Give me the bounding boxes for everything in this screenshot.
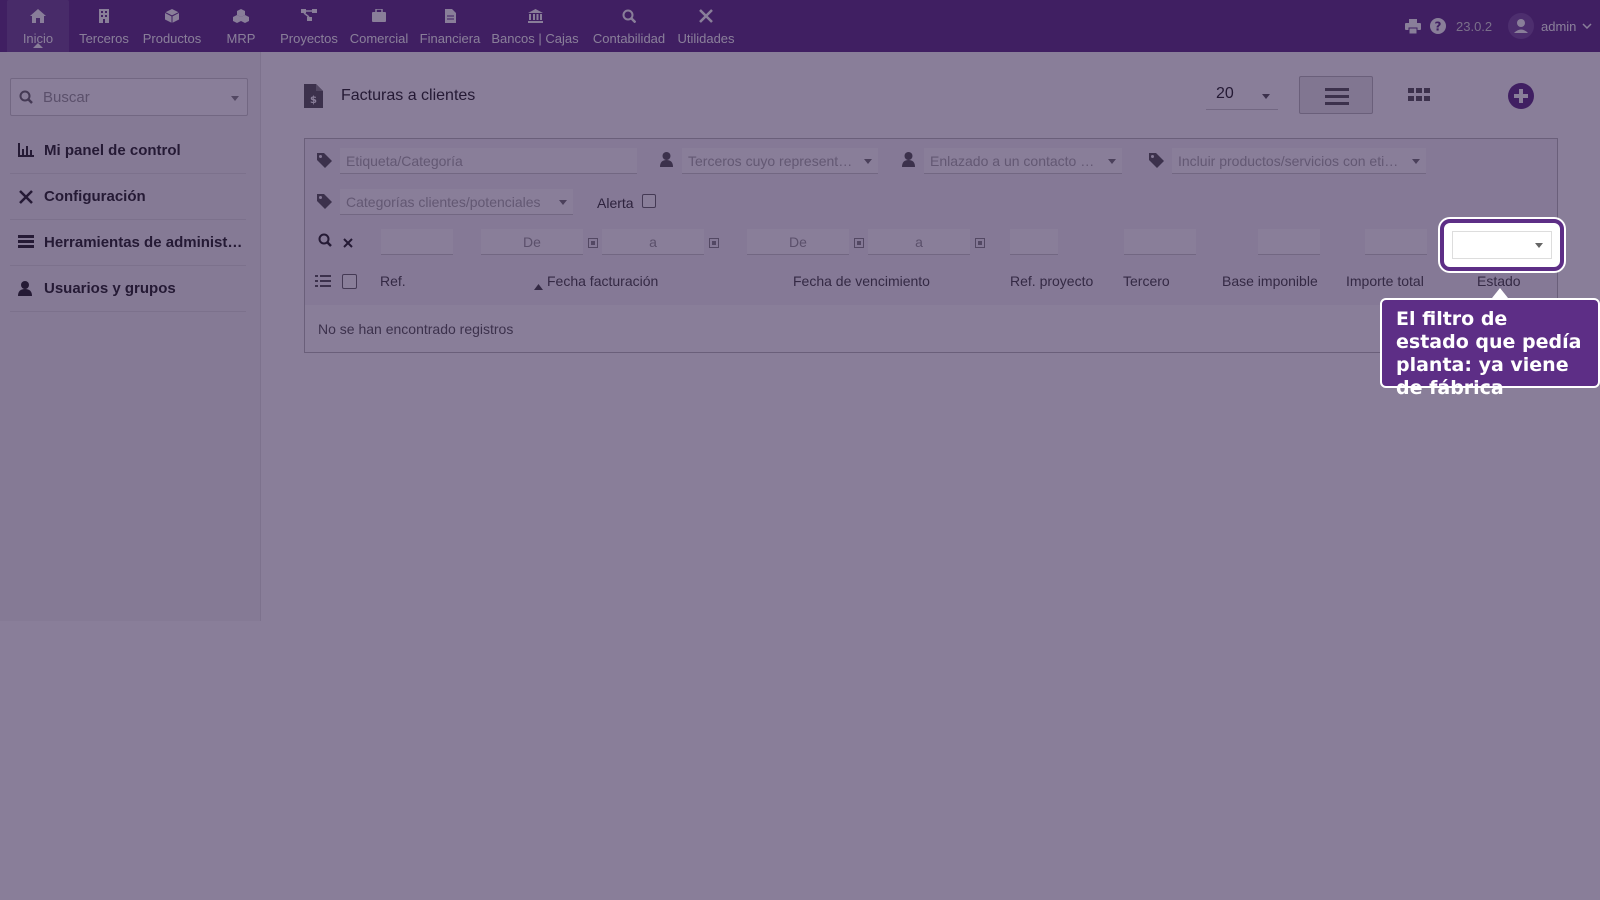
chevron-down-icon[interactable] bbox=[1582, 0, 1592, 52]
search-icon bbox=[19, 90, 33, 109]
version-label: 23.0.2 bbox=[1456, 18, 1493, 34]
chart-icon bbox=[18, 143, 34, 159]
due-date-from-input[interactable]: De bbox=[747, 229, 849, 255]
left-sidebar: Mi panel de control Configuración Herram… bbox=[0, 52, 261, 621]
cubes-icon bbox=[218, 9, 264, 25]
kanban-view-button[interactable] bbox=[1404, 82, 1434, 108]
tools-icon bbox=[674, 9, 738, 25]
status-filter-highlight bbox=[1440, 219, 1564, 271]
grid-icon bbox=[1408, 88, 1430, 101]
column-header-thirdparty[interactable]: Tercero bbox=[1123, 273, 1170, 289]
sidebar-item-users-groups[interactable]: Usuarios y grupos bbox=[10, 266, 246, 312]
search-icon[interactable] bbox=[318, 233, 332, 252]
invoice-icon: $ bbox=[304, 84, 323, 113]
user-avatar[interactable] bbox=[1508, 0, 1534, 52]
chevron-down-icon bbox=[559, 200, 567, 205]
product-tag-filter-select[interactable]: Incluir productos/servicios con etiqueta bbox=[1172, 148, 1426, 174]
tag-icon bbox=[317, 194, 332, 214]
chevron-down-icon bbox=[1108, 159, 1116, 164]
help-icon[interactable]: ? bbox=[1430, 0, 1446, 52]
sidebar-item-dashboard[interactable]: Mi panel de control bbox=[10, 128, 246, 174]
column-header-ref[interactable]: Ref. bbox=[380, 273, 406, 289]
sidebar-item-admin-tools[interactable]: Herramientas de administración bbox=[10, 220, 246, 266]
svg-text:?: ? bbox=[1435, 20, 1442, 34]
nav-item-inicio[interactable]: Inicio bbox=[7, 0, 69, 52]
user-icon bbox=[660, 152, 673, 172]
tag-filter-input[interactable]: Etiqueta/Categoría bbox=[340, 148, 637, 174]
chevron-down-icon bbox=[1535, 243, 1543, 248]
select-all-checkbox[interactable] bbox=[342, 274, 357, 289]
sidebar-search[interactable] bbox=[10, 78, 248, 116]
contact-filter-select[interactable]: Enlazado a un contacto de usuario bbox=[924, 148, 1122, 174]
nav-item-utilidades[interactable]: Utilidades bbox=[674, 0, 738, 52]
column-header-invoice-date[interactable]: Fecha facturación bbox=[547, 273, 658, 289]
page-size-select[interactable]: 20 bbox=[1206, 82, 1278, 110]
sales-rep-filter-select[interactable]: Terceros cuyo representante es bbox=[682, 148, 878, 174]
nav-item-proyectos[interactable]: Proyectos bbox=[276, 0, 342, 52]
user-icon bbox=[902, 152, 915, 172]
project-ref-search-input[interactable] bbox=[1010, 229, 1058, 255]
search-dollar-icon bbox=[588, 9, 670, 25]
new-invoice-button[interactable] bbox=[1508, 83, 1534, 109]
filter-area: Etiqueta/Categoría Terceros cuyo represe… bbox=[305, 139, 1557, 305]
calendar-icon[interactable] bbox=[588, 238, 598, 248]
user-name[interactable]: admin bbox=[1541, 0, 1576, 52]
nav-item-bancos[interactable]: Bancos | Cajas bbox=[490, 0, 580, 52]
alert-checkbox[interactable] bbox=[642, 194, 656, 208]
building-icon bbox=[74, 9, 134, 25]
tutorial-callout: El filtro de estado que pedía planta: ya… bbox=[1380, 288, 1600, 399]
column-header-status[interactable]: Estado bbox=[1477, 273, 1521, 289]
bank-icon bbox=[490, 9, 580, 25]
list-view-button[interactable] bbox=[1299, 76, 1373, 114]
svg-text:$: $ bbox=[310, 95, 317, 106]
cube-icon bbox=[139, 9, 205, 25]
chevron-down-icon bbox=[1262, 94, 1270, 99]
nav-item-contabilidad[interactable]: Contabilidad bbox=[588, 0, 670, 52]
chevron-down-icon bbox=[1412, 159, 1420, 164]
sidebar-item-configuracion[interactable]: Configuración bbox=[10, 174, 246, 220]
server-icon bbox=[18, 235, 34, 251]
chevron-down-icon[interactable] bbox=[231, 96, 239, 101]
alert-label: Alerta bbox=[597, 195, 634, 211]
thirdparty-search-input[interactable] bbox=[1124, 229, 1196, 255]
customer-category-filter-select[interactable]: Categorías clientes/potenciales bbox=[340, 189, 573, 215]
user-icon bbox=[18, 281, 34, 297]
nav-item-mrp[interactable]: MRP bbox=[218, 0, 264, 52]
nav-item-financiera[interactable]: Financiera bbox=[416, 0, 484, 52]
base-search-input[interactable] bbox=[1258, 229, 1320, 255]
invoice-date-from-input[interactable]: De bbox=[481, 229, 583, 255]
status-filter-select[interactable] bbox=[1452, 231, 1552, 259]
tools-icon bbox=[18, 189, 34, 205]
nav-item-comercial[interactable]: Comercial bbox=[346, 0, 412, 52]
column-header-total[interactable]: Importe total bbox=[1346, 273, 1424, 289]
home-icon bbox=[7, 9, 69, 25]
page-title: Facturas a clientes bbox=[341, 87, 476, 104]
invoice-date-to-input[interactable]: a bbox=[602, 229, 704, 255]
suitcase-icon bbox=[346, 9, 412, 25]
due-date-to-input[interactable]: a bbox=[868, 229, 970, 255]
close-icon[interactable] bbox=[343, 235, 353, 253]
ref-search-input[interactable] bbox=[381, 229, 453, 255]
column-header-project-ref[interactable]: Ref. proyecto bbox=[1010, 273, 1093, 289]
tag-icon bbox=[1149, 153, 1164, 173]
top-menu-bar: Inicio Terceros Productos MRP Proyectos … bbox=[0, 0, 1600, 52]
chevron-down-icon bbox=[864, 159, 872, 164]
empty-message: No se han encontrado registros bbox=[318, 321, 514, 337]
project-diagram-icon bbox=[276, 9, 342, 25]
calendar-icon[interactable] bbox=[975, 238, 985, 248]
search-input[interactable] bbox=[43, 79, 223, 115]
file-invoice-icon bbox=[416, 9, 484, 25]
nav-item-terceros[interactable]: Terceros bbox=[74, 0, 134, 52]
column-header-base[interactable]: Base imponible bbox=[1222, 273, 1322, 289]
calendar-icon[interactable] bbox=[709, 238, 719, 248]
nav-item-productos[interactable]: Productos bbox=[139, 0, 205, 52]
list-icon[interactable] bbox=[315, 274, 331, 293]
invoice-list-panel: Etiqueta/Categoría Terceros cuyo represe… bbox=[304, 138, 1558, 353]
column-header-due-date[interactable]: Fecha de vencimiento bbox=[793, 273, 930, 289]
print-icon[interactable] bbox=[1405, 0, 1421, 52]
total-search-input[interactable] bbox=[1365, 229, 1427, 255]
sort-asc-icon bbox=[534, 277, 543, 295]
calendar-icon[interactable] bbox=[854, 238, 864, 248]
tag-icon bbox=[317, 153, 332, 173]
